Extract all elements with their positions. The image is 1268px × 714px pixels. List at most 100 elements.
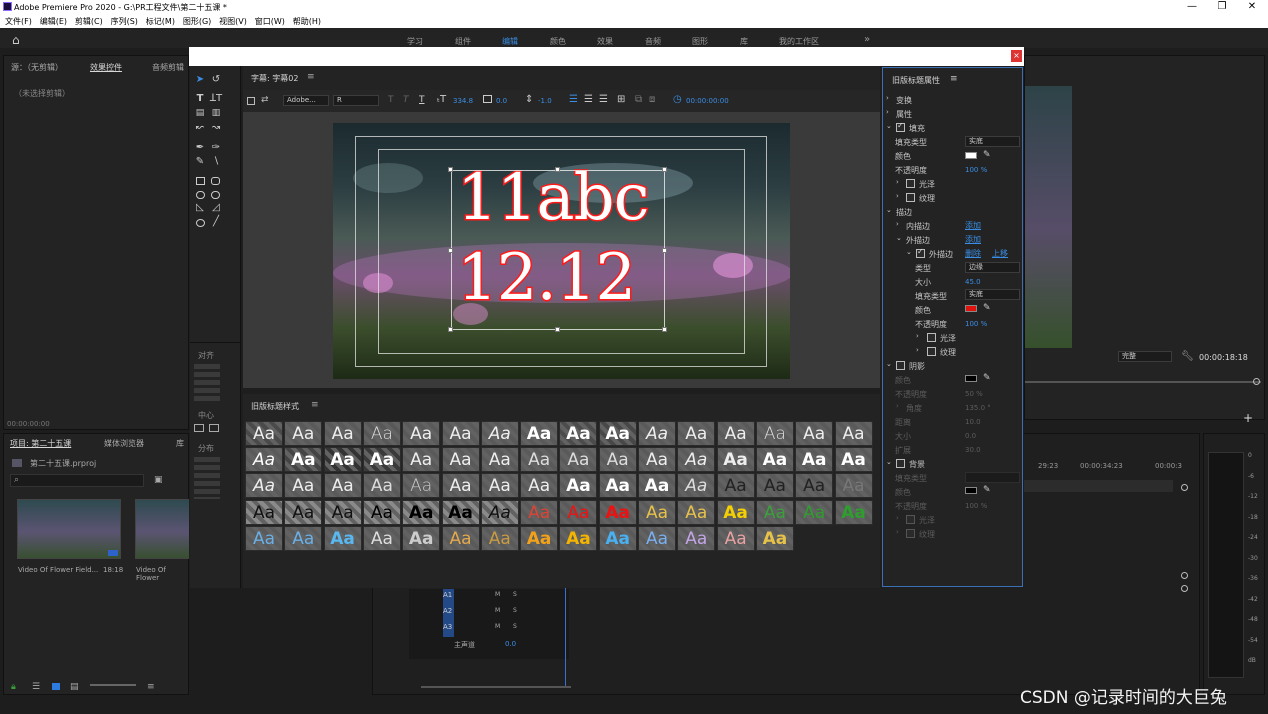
chevron-right-icon[interactable]: › (886, 94, 889, 102)
workspace-color[interactable]: 颜色 (550, 36, 566, 47)
solo-button[interactable]: S (513, 623, 517, 630)
minimize-button[interactable]: — (1182, 1, 1202, 12)
title-style-swatch[interactable]: Aa (520, 473, 559, 499)
pen-tool-icon[interactable]: ✒ (193, 142, 207, 153)
sort-icon[interactable]: ≡ (147, 682, 155, 692)
chevron-down-icon[interactable]: ⌄ (886, 206, 892, 214)
program-scrub-bar[interactable] (1025, 381, 1261, 383)
title-style-swatch[interactable]: Aa (245, 473, 283, 499)
center-horizontal-icon[interactable] (194, 424, 204, 432)
title-style-swatch[interactable]: Aa (480, 525, 519, 551)
title-timecode[interactable]: 00:00:00:00 (686, 97, 729, 105)
timeline-scrollbar[interactable] (421, 686, 571, 688)
font-style-select[interactable]: R (333, 95, 379, 106)
title-style-swatch[interactable]: Aa (402, 499, 441, 525)
panel-menu-icon[interactable]: ≡ (950, 74, 958, 84)
menu-edit[interactable]: 编辑(E) (40, 16, 67, 27)
rounded-rectangle-tool-icon[interactable] (211, 177, 220, 185)
title-style-swatch[interactable]: Aa (834, 421, 873, 446)
type-tool-icon[interactable]: T (193, 93, 207, 104)
title-style-swatch[interactable]: Aa (362, 499, 401, 525)
scroll-handle[interactable] (1181, 572, 1188, 579)
fill-opacity-value[interactable]: 100 % (965, 166, 987, 174)
title-style-swatch[interactable]: Aa (245, 447, 283, 473)
title-style-swatch[interactable]: Aa (480, 499, 519, 525)
rotation-tool-icon[interactable]: ↺ (209, 74, 223, 85)
track-a2[interactable]: A2 (443, 607, 452, 615)
title-style-swatch[interactable]: Aa (677, 525, 716, 551)
leading-value[interactable]: -1.0 (538, 97, 552, 105)
title-style-swatch[interactable]: Aa (559, 447, 598, 473)
title-style-swatch[interactable]: Aa (480, 473, 519, 499)
tab-stops-icon[interactable]: ⊞ (617, 94, 625, 105)
stroke-size-value[interactable]: 45.0 (965, 278, 981, 286)
title-style-swatch[interactable]: Aa (755, 473, 794, 499)
title-style-swatch[interactable]: Aa (402, 447, 441, 473)
title-style-swatch[interactable]: Aa (441, 447, 480, 473)
settings-wrench-icon[interactable]: 🔧︎ (1181, 351, 1194, 362)
chevron-right-icon[interactable]: › (916, 332, 919, 340)
title-style-swatch[interactable]: Aa (362, 473, 401, 499)
title-style-swatch[interactable]: Aa (598, 473, 637, 499)
eyedropper-icon[interactable]: ✎ (983, 485, 991, 495)
tab-libraries[interactable]: 库 (176, 438, 184, 449)
resize-handle[interactable] (448, 248, 453, 253)
resize-handle[interactable] (555, 327, 560, 332)
title-style-swatch[interactable]: Aa (520, 525, 559, 551)
text-bounding-box[interactable] (451, 170, 665, 330)
freeform-view-icon[interactable]: ▤ (70, 682, 79, 692)
rounded-corner-tool-icon[interactable] (211, 191, 220, 199)
shadow-size-value[interactable]: 0.0 (965, 432, 976, 440)
background-color-swatch[interactable] (965, 487, 977, 494)
chevron-right-icon[interactable]: › (896, 402, 899, 410)
fill-type-select[interactable]: 实底 (965, 136, 1020, 147)
menu-view[interactable]: 视图(V) (219, 16, 247, 27)
workspace-assembly[interactable]: 组件 (455, 36, 471, 47)
title-style-swatch[interactable]: Aa (245, 525, 283, 551)
title-style-swatch[interactable]: Aa (520, 499, 559, 525)
rectangle-tool-icon[interactable] (196, 177, 205, 185)
vertical-area-type-tool-icon[interactable]: ▥ (209, 108, 223, 118)
panel-menu-icon[interactable]: ≡ (307, 72, 315, 82)
panel-menu-icon[interactable]: ≡ (311, 400, 319, 410)
title-style-swatch[interactable]: Aa (716, 447, 755, 473)
tab-effect-controls[interactable]: 效果控件 (90, 62, 122, 73)
title-style-swatch[interactable]: Aa (834, 499, 873, 525)
title-style-swatch[interactable]: Aa (559, 473, 598, 499)
title-style-swatch[interactable]: Aa (323, 525, 362, 551)
title-style-swatch[interactable]: Aa (402, 473, 441, 499)
align-buttons[interactable] (194, 364, 220, 402)
menu-window[interactable]: 窗口(W) (255, 16, 285, 27)
zoom-slider[interactable] (90, 684, 136, 686)
title-style-swatch[interactable]: Aa (362, 447, 401, 473)
title-style-swatch[interactable]: Aa (716, 421, 755, 446)
dialog-close-button[interactable]: × (1011, 50, 1022, 62)
wedge-tool-icon[interactable]: ◺ (193, 202, 207, 213)
eyedropper-icon[interactable]: ✎ (983, 373, 991, 383)
tab-source[interactable]: 源：（无剪辑） (11, 62, 63, 73)
title-style-swatch[interactable]: Aa (520, 421, 559, 446)
title-style-swatch[interactable]: Aa (834, 447, 873, 473)
menu-file[interactable]: 文件(F) (5, 16, 32, 27)
area-type-tool-icon[interactable]: ▤ (193, 108, 207, 118)
scrub-handle[interactable] (1253, 378, 1260, 385)
shadow-checkbox[interactable] (896, 361, 905, 370)
title-style-swatch[interactable]: Aa (598, 499, 637, 525)
mute-button[interactable]: M (495, 607, 500, 614)
title-style-swatch[interactable]: Aa (402, 421, 441, 446)
title-style-swatch[interactable]: Aa (559, 525, 598, 551)
tab-project[interactable]: 项目: 第二十五课 (10, 438, 71, 449)
title-style-swatch[interactable]: Aa (441, 525, 480, 551)
stroke-texture-checkbox[interactable] (927, 347, 936, 356)
eyedropper-icon[interactable]: ✎ (983, 150, 991, 160)
title-style-swatch[interactable]: Aa (362, 421, 401, 446)
title-style-swatch[interactable]: Aa (441, 473, 480, 499)
delete-stroke-link[interactable]: 删除 (965, 248, 981, 259)
title-style-swatch[interactable]: Aa (638, 421, 676, 446)
workspace-libraries[interactable]: 库 (740, 36, 748, 47)
title-style-swatch[interactable]: Aa (677, 421, 716, 446)
title-style-swatch[interactable]: Aa (362, 525, 401, 551)
title-style-swatch[interactable]: Aa (598, 421, 637, 446)
scroll-handle[interactable] (1181, 585, 1188, 592)
title-style-swatch[interactable]: Aa (638, 473, 676, 499)
